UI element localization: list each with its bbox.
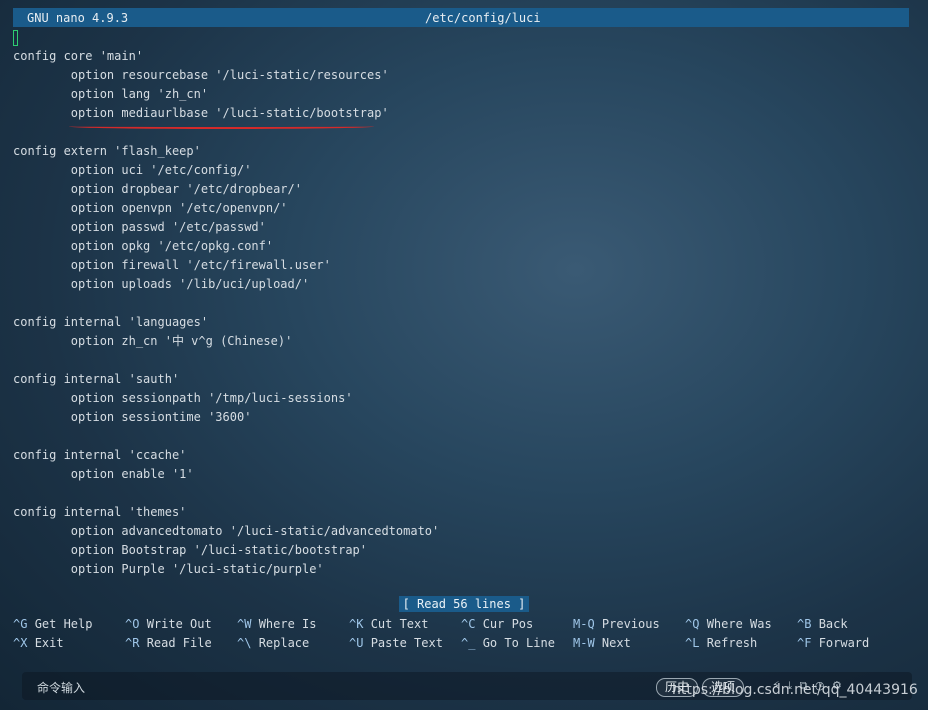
shortcut-key: ^B (797, 617, 812, 631)
editor-line[interactable]: option dropbear '/etc/dropbear/' (13, 180, 909, 199)
shortcut-key: ^C (461, 617, 476, 631)
editor-line[interactable]: config internal 'ccache' (13, 446, 909, 465)
editor-line[interactable]: option mediaurlbase '/luci-static/bootst… (13, 104, 909, 123)
editor-line[interactable]: config core 'main' (13, 47, 909, 66)
shortcut-label: Replace (258, 636, 310, 650)
shortcut-key: ^L (685, 636, 700, 650)
shortcut-key: ^K (349, 617, 364, 631)
editor-line[interactable]: option sessionpath '/tmp/luci-sessions' (13, 389, 909, 408)
editor-line[interactable]: option Purple '/luci-static/purple' (13, 560, 909, 579)
shortcut-key: ^U (349, 636, 364, 650)
command-input-label: 命令输入 (37, 681, 86, 695)
shortcut-item: ^W Where Is (237, 615, 316, 634)
shortcut-item: M-Q Previous (573, 615, 660, 634)
editor-line[interactable]: config internal 'sauth' (13, 370, 909, 389)
editor-line[interactable]: config internal 'themes' (13, 503, 909, 522)
shortcut-item: ^_ Go To Line (461, 634, 555, 653)
shortcut-key: ^Q (685, 617, 700, 631)
editor-line[interactable]: config extern 'flash_keep' (13, 142, 909, 161)
status-message: [ Read 56 lines ] (398, 596, 530, 612)
shortcut-item: ^R Read File (125, 634, 212, 653)
shortcut-label: Forward (818, 636, 870, 650)
editor-area[interactable]: config core 'main' option resourcebase '… (13, 28, 909, 579)
shortcut-item: ^U Paste Text (349, 634, 443, 653)
shortcut-item: ^L Refresh (685, 634, 757, 653)
editor-line[interactable]: option firewall '/etc/firewall.user' (13, 256, 909, 275)
text-cursor (13, 29, 18, 46)
shortcut-label: Previous (601, 617, 660, 631)
nano-version: GNU nano 4.9.3 (27, 10, 129, 25)
shortcut-label: Get Help (34, 617, 93, 631)
shortcut-key: ^X (13, 636, 28, 650)
editor-line[interactable]: option advancedtomato '/luci-static/adva… (13, 522, 909, 541)
shortcut-key: M-Q (573, 617, 595, 631)
shortcut-label: Write Out (146, 617, 212, 631)
editor-line[interactable]: option uci '/etc/config/' (13, 161, 909, 180)
red-annotation-underline (69, 124, 374, 129)
editor-line[interactable]: option passwd '/etc/passwd' (13, 218, 909, 237)
shortcut-item: M-W Next (573, 634, 631, 653)
shortcut-key: ^R (125, 636, 140, 650)
shortcut-item: ^C Cur Pos (461, 615, 533, 634)
shortcut-key: ^G (13, 617, 28, 631)
status-line: [ Read 56 lines ] (0, 596, 928, 612)
shortcut-label: Back (818, 617, 848, 631)
editor-line[interactable]: option openvpn '/etc/openvpn/' (13, 199, 909, 218)
editor-line[interactable] (13, 427, 909, 446)
editor-line[interactable] (13, 28, 909, 47)
editor-line[interactable]: option resourcebase '/luci-static/resour… (13, 66, 909, 85)
editor-line[interactable]: option enable '1' (13, 465, 909, 484)
editor-line[interactable] (13, 484, 909, 503)
shortcut-item: ^\ Replace (237, 634, 309, 653)
editor-line[interactable]: option opkg '/etc/opkg.conf' (13, 237, 909, 256)
shortcut-key: ^\ (237, 636, 252, 650)
watermark: https://blog.csdn.net/qq_40443916 (672, 682, 918, 698)
file-path: /etc/config/luci (425, 10, 541, 25)
editor-line[interactable]: option lang 'zh_cn' (13, 85, 909, 104)
editor-line[interactable]: option uploads '/lib/uci/upload/' (13, 275, 909, 294)
shortcut-item: ^K Cut Text (349, 615, 428, 634)
shortcut-key: ^W (237, 617, 252, 631)
editor-line[interactable] (13, 351, 909, 370)
shortcut-label: Exit (34, 636, 64, 650)
shortcut-key: ^_ (461, 636, 476, 650)
shortcut-item: ^O Write Out (125, 615, 212, 634)
editor-line[interactable]: option zh_cn '中 v^g (Chinese)' (13, 332, 909, 351)
shortcut-item: ^B Back (797, 615, 848, 634)
shortcut-label: Paste Text (370, 636, 443, 650)
shortcut-label: Cur Pos (482, 617, 534, 631)
shortcut-key: M-W (573, 636, 595, 650)
shortcut-label: Where Was (706, 617, 772, 631)
editor-line[interactable]: option Bootstrap '/luci-static/bootstrap… (13, 541, 909, 560)
shortcut-label: Where Is (258, 617, 317, 631)
shortcut-label: Cut Text (370, 617, 429, 631)
nano-title-bar: GNU nano 4.9.3 /etc/config/luci (13, 8, 909, 27)
shortcut-item: ^G Get Help (13, 615, 92, 634)
shortcut-key: ^O (125, 617, 140, 631)
shortcut-label: Go To Line (482, 636, 555, 650)
shortcut-label: Read File (146, 636, 212, 650)
shortcut-item: ^F Forward (797, 634, 869, 653)
shortcut-label: Refresh (706, 636, 758, 650)
shortcut-label: Next (601, 636, 631, 650)
shortcut-item: ^Q Where Was (685, 615, 772, 634)
shortcut-key: ^F (797, 636, 812, 650)
shortcut-item: ^X Exit (13, 634, 64, 653)
editor-line[interactable]: option sessiontime '3600' (13, 408, 909, 427)
editor-line[interactable]: config internal 'languages' (13, 313, 909, 332)
editor-line[interactable] (13, 294, 909, 313)
